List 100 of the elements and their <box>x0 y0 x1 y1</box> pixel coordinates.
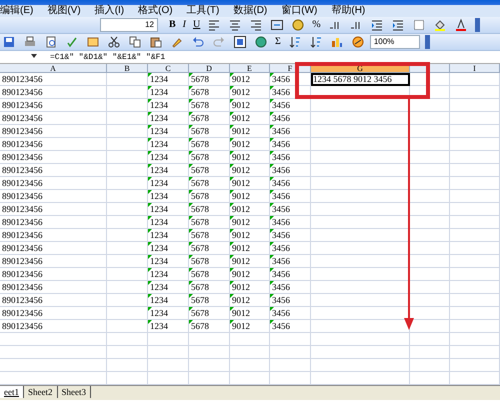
table-cell: 3456 <box>270 216 311 229</box>
empty-cell <box>107 359 148 372</box>
table-cell: 890123456 <box>0 86 107 99</box>
table-cell: 9012 <box>230 229 270 242</box>
table-cell <box>450 164 500 177</box>
table-cell: 890123456 <box>0 216 107 229</box>
table-cell: 5678 <box>189 203 230 216</box>
hyperlink-icon <box>233 35 247 49</box>
empty-cell <box>230 333 270 346</box>
table-cell: 890123456 <box>0 307 107 320</box>
table-cell: 890123456 <box>0 242 107 255</box>
table-cell <box>107 125 148 138</box>
table-cell: 1234 <box>148 229 189 242</box>
table-cell <box>450 294 500 307</box>
table-cell <box>450 177 500 190</box>
table-cell: 9012 <box>230 73 270 86</box>
active-cell[interactable]: 1234 5678 9012 3456 <box>311 73 410 86</box>
table-cell: 890123456 <box>0 112 107 125</box>
table-cell: 3456 <box>270 164 311 177</box>
sheet-tab[interactable]: eet1 <box>0 386 24 398</box>
table-cell: 890123456 <box>0 203 107 216</box>
sheet-tab[interactable]: Sheet3 <box>58 386 91 398</box>
globe-icon <box>254 35 268 49</box>
table-cell: 3456 <box>270 320 311 333</box>
table-cell <box>410 73 450 86</box>
menu-item[interactable]: 工具(T) <box>186 5 220 17</box>
table-cell: 9012 <box>230 268 270 281</box>
table-cell <box>450 242 500 255</box>
table-cell: 9012 <box>230 86 270 99</box>
toolbar-button[interactable]: % <box>310 18 323 32</box>
merge-icon <box>270 18 284 32</box>
empty-cell <box>107 346 148 359</box>
menu-item[interactable]: 格式(O) <box>138 5 173 17</box>
print-icon <box>23 35 37 49</box>
empty-cell <box>450 346 500 359</box>
table-cell: 1234 <box>148 99 189 112</box>
table-cell: 890123456 <box>0 151 107 164</box>
menu-item[interactable]: 帮助(H) <box>331 5 366 17</box>
toolbar-button[interactable]: I <box>180 18 188 32</box>
table-cell <box>107 281 148 294</box>
table-cell: 9012 <box>230 190 270 203</box>
menu-item[interactable]: 编辑(E) <box>0 5 34 17</box>
empty-cell <box>230 346 270 359</box>
menu-item[interactable]: 数据(D) <box>233 5 268 17</box>
table-cell: 5678 <box>189 86 230 99</box>
table-cell <box>450 151 500 164</box>
font-size-field[interactable]: 12 <box>100 18 158 32</box>
empty-cell <box>189 359 230 372</box>
toolbar-button[interactable]: U <box>191 18 202 32</box>
table-cell <box>450 320 500 333</box>
column-header[interactable]: I <box>450 64 500 73</box>
table-cell <box>107 73 148 86</box>
column-header[interactable]: A <box>0 64 107 73</box>
menu-item[interactable]: 视图(V) <box>47 5 81 17</box>
table-cell <box>450 190 500 203</box>
table-cell: 5678 <box>189 112 230 125</box>
column-header[interactable]: E <box>230 64 270 73</box>
table-cell: 5678 <box>189 151 230 164</box>
column-header[interactable]: C <box>148 64 189 73</box>
table-cell: 5678 <box>189 99 230 112</box>
table-cell: 890123456 <box>0 255 107 268</box>
table-cell: 9012 <box>230 242 270 255</box>
table-cell: 890123456 <box>0 281 107 294</box>
table-cell <box>410 151 450 164</box>
zoom-field[interactable]: 100% <box>370 35 420 49</box>
table-cell: 890123456 <box>0 73 107 86</box>
table-cell <box>450 268 500 281</box>
table-cell: 1234 <box>148 307 189 320</box>
sheet-tab[interactable]: Sheet2 <box>24 386 58 398</box>
empty-cell <box>189 333 230 346</box>
table-cell: 9012 <box>230 138 270 151</box>
table-cell: 890123456 <box>0 177 107 190</box>
table-cell <box>107 216 148 229</box>
table-cell <box>450 125 500 138</box>
empty-cell <box>148 333 189 346</box>
table-cell <box>450 281 500 294</box>
menu-item[interactable]: 窗口(W) <box>281 5 318 17</box>
table-cell: 9012 <box>230 255 270 268</box>
toolbar-button[interactable]: Σ <box>273 35 283 49</box>
menu-item[interactable]: 插入(I) <box>94 5 124 17</box>
toolbar-button[interactable]: B <box>167 18 178 32</box>
table-cell: 5678 <box>189 73 230 86</box>
column-header[interactable]: D <box>189 64 230 73</box>
table-cell <box>450 255 500 268</box>
table-cell: 890123456 <box>0 320 107 333</box>
table-cell: 1234 <box>148 294 189 307</box>
toolbar-button[interactable] <box>231 35 249 49</box>
align-right-icon <box>249 18 264 32</box>
toolbar-grip[interactable] <box>424 35 430 49</box>
toolbar-grip[interactable] <box>474 18 480 32</box>
formula-text[interactable]: =C1&" "&D1&" "&E1&" "&F1 <box>50 52 166 62</box>
table-cell: 9012 <box>230 216 270 229</box>
table-cell <box>410 99 450 112</box>
table-cell <box>410 255 450 268</box>
table-cell: 9012 <box>230 307 270 320</box>
empty-cell <box>148 359 189 372</box>
column-header[interactable]: B <box>107 64 148 73</box>
table-cell: 5678 <box>189 268 230 281</box>
indent-icon <box>390 18 405 32</box>
table-cell: 1234 <box>148 320 189 333</box>
